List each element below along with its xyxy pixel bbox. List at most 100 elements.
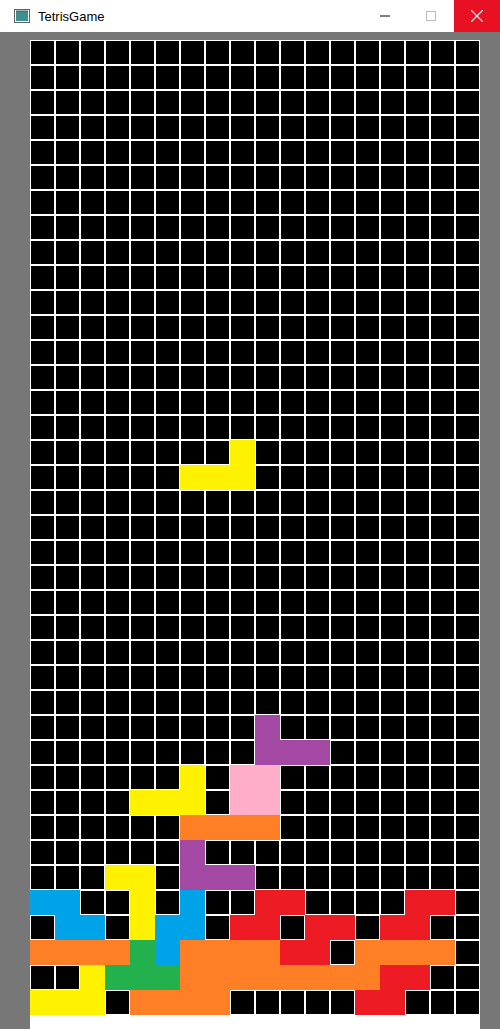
block — [130, 965, 155, 990]
falling-block — [180, 465, 205, 490]
empty-cell — [180, 315, 205, 340]
empty-cell — [305, 240, 330, 265]
empty-cell — [405, 665, 430, 690]
empty-cell — [330, 215, 355, 240]
empty-cell — [330, 990, 355, 1015]
empty-cell — [105, 165, 130, 190]
block — [380, 915, 405, 940]
empty-cell — [330, 640, 355, 665]
maximize-icon — [426, 11, 436, 21]
empty-cell — [455, 590, 480, 615]
block — [55, 915, 80, 940]
block — [255, 790, 280, 815]
empty-cell — [255, 190, 280, 215]
empty-cell — [280, 365, 305, 390]
empty-cell — [230, 715, 255, 740]
block — [180, 765, 205, 790]
empty-cell — [455, 740, 480, 765]
empty-cell — [155, 165, 180, 190]
empty-cell — [405, 615, 430, 640]
empty-cell — [30, 740, 55, 765]
empty-cell — [405, 465, 430, 490]
empty-cell — [205, 165, 230, 190]
block — [155, 965, 180, 990]
empty-cell — [305, 690, 330, 715]
empty-cell — [280, 840, 305, 865]
empty-cell — [455, 965, 480, 990]
empty-cell — [55, 790, 80, 815]
empty-cell — [255, 865, 280, 890]
empty-cell — [305, 290, 330, 315]
empty-cell — [230, 990, 255, 1015]
empty-cell — [405, 115, 430, 140]
empty-cell — [155, 540, 180, 565]
title-bar[interactable]: TetrisGame — [0, 0, 500, 32]
empty-cell — [255, 840, 280, 865]
empty-cell — [380, 465, 405, 490]
empty-cell — [105, 790, 130, 815]
empty-cell — [280, 40, 305, 65]
empty-cell — [255, 665, 280, 690]
empty-cell — [30, 165, 55, 190]
block — [380, 965, 405, 990]
block — [255, 740, 280, 765]
empty-cell — [430, 915, 455, 940]
empty-cell — [405, 990, 430, 1015]
minimize-button[interactable] — [362, 0, 408, 32]
empty-cell — [80, 815, 105, 840]
empty-cell — [30, 840, 55, 865]
empty-cell — [355, 765, 380, 790]
block — [330, 965, 355, 990]
empty-cell — [280, 590, 305, 615]
empty-cell — [305, 90, 330, 115]
empty-cell — [80, 215, 105, 240]
close-button[interactable] — [454, 0, 500, 32]
empty-cell — [380, 740, 405, 765]
empty-cell — [355, 115, 380, 140]
empty-cell — [305, 790, 330, 815]
empty-cell — [380, 640, 405, 665]
empty-cell — [205, 90, 230, 115]
empty-cell — [130, 765, 155, 790]
empty-cell — [355, 915, 380, 940]
empty-cell — [380, 690, 405, 715]
empty-cell — [230, 565, 255, 590]
empty-cell — [455, 190, 480, 215]
empty-cell — [30, 765, 55, 790]
empty-cell — [330, 790, 355, 815]
tetris-board[interactable] — [30, 40, 480, 1029]
empty-cell — [455, 990, 480, 1015]
empty-cell — [355, 740, 380, 765]
empty-cell — [455, 690, 480, 715]
empty-cell — [205, 40, 230, 65]
empty-cell — [30, 665, 55, 690]
empty-cell — [455, 865, 480, 890]
block — [280, 965, 305, 990]
empty-cell — [305, 715, 330, 740]
empty-cell — [105, 190, 130, 215]
block — [180, 965, 205, 990]
empty-cell — [330, 590, 355, 615]
empty-cell — [55, 440, 80, 465]
maximize-button[interactable] — [408, 0, 454, 32]
empty-cell — [430, 490, 455, 515]
empty-cell — [330, 740, 355, 765]
empty-cell — [105, 590, 130, 615]
empty-cell — [255, 615, 280, 640]
empty-cell — [155, 240, 180, 265]
empty-cell — [355, 640, 380, 665]
block — [405, 965, 430, 990]
empty-cell — [255, 65, 280, 90]
empty-cell — [180, 590, 205, 615]
empty-cell — [55, 365, 80, 390]
empty-cell — [380, 215, 405, 240]
block — [55, 940, 80, 965]
empty-cell — [30, 515, 55, 540]
empty-cell — [155, 290, 180, 315]
empty-cell — [355, 490, 380, 515]
empty-cell — [330, 765, 355, 790]
empty-cell — [305, 440, 330, 465]
empty-cell — [405, 65, 430, 90]
empty-cell — [80, 890, 105, 915]
empty-cell — [130, 115, 155, 140]
